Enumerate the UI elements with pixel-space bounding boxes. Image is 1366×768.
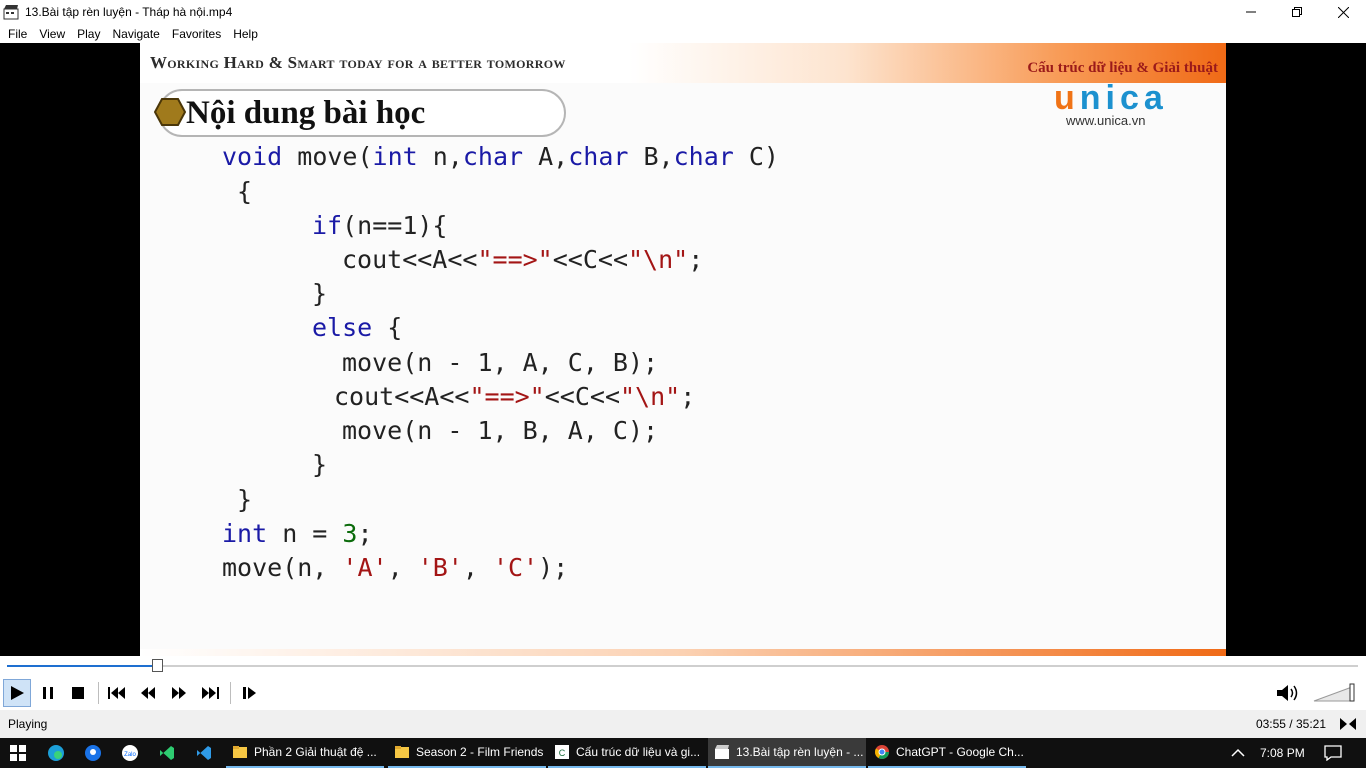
taskbar-zalo[interactable]: Zalo xyxy=(112,738,148,768)
start-button[interactable] xyxy=(0,738,36,768)
seek-track[interactable] xyxy=(7,665,1358,667)
restore-button[interactable] xyxy=(1274,0,1320,24)
menu-favorites[interactable]: Favorites xyxy=(166,27,227,41)
seek-bar[interactable] xyxy=(0,656,1366,676)
play-button[interactable] xyxy=(3,679,31,707)
code-line: } xyxy=(312,279,328,308)
volume-slider[interactable] xyxy=(1312,682,1360,702)
minimize-button[interactable] xyxy=(1228,0,1274,24)
seek-thumb[interactable] xyxy=(152,659,163,672)
menu-file[interactable]: File xyxy=(2,27,33,41)
code-line: } xyxy=(237,485,253,514)
menu-view[interactable]: View xyxy=(33,27,71,41)
chevron-up-icon[interactable] xyxy=(1230,745,1246,761)
taskbar-edge[interactable] xyxy=(38,738,74,768)
vscode-icon xyxy=(197,746,211,760)
code-line: cout<<A<<"==>"<<C<<"\n"; xyxy=(334,382,696,411)
slide-slogan: Working Hard & Smart today for a better … xyxy=(150,53,566,72)
windows-logo-icon xyxy=(10,745,26,761)
taskbar-vscode[interactable] xyxy=(186,738,222,768)
svg-text:C: C xyxy=(559,748,566,758)
visual-studio-icon xyxy=(160,746,174,760)
brand-logo-rest: nica xyxy=(1079,79,1168,117)
video-frame: Working Hard & Smart today for a better … xyxy=(140,43,1226,656)
brand-url: www.unica.vn xyxy=(1066,113,1146,128)
film-clapper-icon xyxy=(715,745,729,759)
course-title: Cấu trúc dữ liệu & Giải thuật xyxy=(1027,60,1218,76)
taskbar-task[interactable]: Season 2 - Film Friends xyxy=(388,738,546,768)
code-line: void move(int n,char A,char B,char C) xyxy=(222,142,779,171)
edge-browser-icon xyxy=(48,745,64,761)
taskbar-clock[interactable]: 7:08 PM xyxy=(1260,746,1305,760)
close-icon xyxy=(1337,6,1349,18)
cpp-file-icon: C xyxy=(555,745,569,759)
svg-text:Zalo: Zalo xyxy=(124,752,136,758)
code-line: move(n - 1, B, A, C); xyxy=(342,416,659,445)
taskbar-task[interactable]: ChatGPT - Google Ch... xyxy=(868,738,1026,768)
code-line: int n = 3; xyxy=(222,519,373,548)
separator xyxy=(230,682,231,704)
zalo-icon: Zalo xyxy=(122,745,138,761)
maps-pin-icon xyxy=(85,745,101,761)
skip-forward-icon xyxy=(202,687,219,699)
separator xyxy=(98,682,99,704)
next-button[interactable] xyxy=(196,679,224,707)
code-line: move(n - 1, A, C, B); xyxy=(342,348,659,377)
taskbar-task[interactable]: Phần 2 Giải thuật đệ ... xyxy=(226,738,384,768)
menu-navigate[interactable]: Navigate xyxy=(106,27,165,41)
seek-fill xyxy=(7,665,157,667)
fullscreen-icon[interactable] xyxy=(1340,716,1356,732)
window-title: 13.Bài tập rèn luyện - Tháp hà nội.mp4 xyxy=(25,5,233,19)
previous-button[interactable] xyxy=(103,679,131,707)
video-area[interactable]: Working Hard & Smart today for a better … xyxy=(0,43,1366,656)
status-text: Playing xyxy=(8,717,48,731)
menu-bar: File View Play Navigate Favorites Help xyxy=(0,24,1366,43)
menu-play[interactable]: Play xyxy=(71,27,106,41)
code-line: if(n==1){ xyxy=(312,211,448,240)
pause-button[interactable] xyxy=(34,679,62,707)
film-clapper-icon xyxy=(3,5,19,20)
skip-back-icon xyxy=(108,687,125,699)
volume-button[interactable] xyxy=(1274,679,1302,707)
restore-icon xyxy=(1292,7,1302,17)
code-line: } xyxy=(312,450,328,479)
folder-icon xyxy=(233,746,247,758)
code-line: cout<<A<<"==>"<<C<<"\n"; xyxy=(342,245,704,274)
stop-icon xyxy=(72,687,84,699)
taskbar-task-active[interactable]: 13.Bài tập rèn luyện - ... xyxy=(708,738,866,768)
slide-footer xyxy=(140,649,1226,656)
rewind-button[interactable] xyxy=(134,679,162,707)
code-line: else { xyxy=(312,313,403,342)
folder-icon xyxy=(395,746,409,758)
fast-forward-button[interactable] xyxy=(165,679,193,707)
play-icon xyxy=(11,686,24,700)
taskbar: Zalo Phần 2 Giải thuật đệ ... Season 2 -… xyxy=(0,738,1366,768)
frame-step-button[interactable] xyxy=(236,679,264,707)
menu-help[interactable]: Help xyxy=(227,27,264,41)
frame-step-icon xyxy=(243,687,256,699)
minimize-icon xyxy=(1246,11,1256,13)
stop-button[interactable] xyxy=(64,679,92,707)
lesson-title: Nội dung bài học xyxy=(186,95,426,131)
speaker-icon xyxy=(1277,685,1298,701)
playback-controls xyxy=(0,676,1366,710)
taskbar-visual-studio[interactable] xyxy=(149,738,185,768)
brand-logo: unica xyxy=(1054,81,1168,115)
pause-icon xyxy=(43,687,53,699)
chrome-icon xyxy=(875,745,889,759)
title-bar: 13.Bài tập rèn luyện - Tháp hà nội.mp4 xyxy=(0,0,1366,24)
hexagon-bullet-icon xyxy=(154,98,186,126)
code-line: move(n, 'A', 'B', 'C'); xyxy=(222,553,569,582)
fast-forward-icon xyxy=(172,687,186,699)
notification-icon[interactable] xyxy=(1324,745,1342,761)
code-line: { xyxy=(237,177,253,206)
rewind-icon xyxy=(141,687,155,699)
taskbar-task[interactable]: C Cấu trúc dữ liệu và gi... xyxy=(548,738,706,768)
status-bar: Playing 03:55 / 35:21 xyxy=(0,710,1366,738)
taskbar-maps[interactable] xyxy=(75,738,111,768)
time-display: 03:55 / 35:21 xyxy=(1255,717,1326,731)
brand-logo-u: u xyxy=(1054,79,1080,117)
close-button[interactable] xyxy=(1320,0,1366,24)
